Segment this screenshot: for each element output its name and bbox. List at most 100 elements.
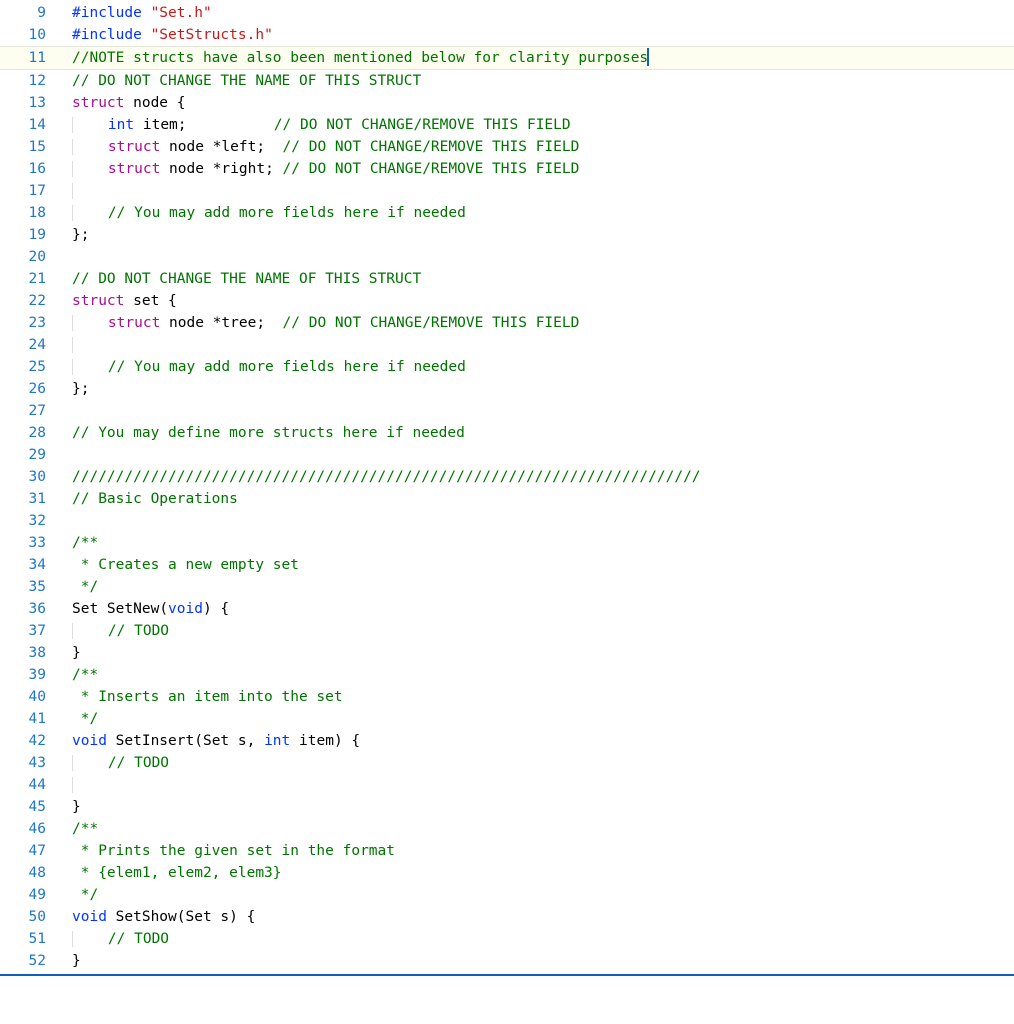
code-content[interactable]: int item; // DO NOT CHANGE/REMOVE THIS F… [62,114,1014,136]
code-content[interactable]: // TODO [62,928,1014,950]
code-line[interactable]: 21// DO NOT CHANGE THE NAME OF THIS STRU… [0,268,1014,290]
token-cm: // TODO [108,931,169,947]
code-line[interactable]: 9#include "Set.h" [0,2,1014,24]
code-line[interactable]: 27 [0,400,1014,422]
line-number: 45 [0,796,62,818]
code-content[interactable]: // DO NOT CHANGE THE NAME OF THIS STRUCT [62,268,1014,290]
code-line[interactable]: 41 */ [0,708,1014,730]
code-content[interactable]: */ [62,884,1014,906]
code-content[interactable]: ////////////////////////////////////////… [62,466,1014,488]
code-content[interactable]: */ [62,576,1014,598]
code-content[interactable]: void SetInsert(Set s, int item) { [62,730,1014,752]
code-content[interactable]: }; [62,224,1014,246]
code-line[interactable]: 30//////////////////////////////////////… [0,466,1014,488]
code-content[interactable]: * {elem1, elem2, elem3} [62,862,1014,884]
code-line[interactable]: 28// You may define more structs here if… [0,422,1014,444]
code-content[interactable] [62,334,1014,356]
code-content[interactable]: * Creates a new empty set [62,554,1014,576]
token-ty: void [72,909,107,925]
code-content[interactable]: */ [62,708,1014,730]
code-line[interactable]: 39/** [0,664,1014,686]
line-number: 51 [0,928,62,950]
code-content[interactable] [62,774,1014,796]
text-cursor [647,48,649,66]
code-line[interactable]: 33/** [0,532,1014,554]
token-cm: // You may add more fields here if neede… [108,205,466,221]
code-content[interactable]: } [62,950,1014,972]
code-line[interactable]: 51 // TODO [0,928,1014,950]
code-content[interactable]: // You may add more fields here if neede… [62,356,1014,378]
code-content[interactable]: struct set { [62,290,1014,312]
code-line[interactable]: 50void SetShow(Set s) { [0,906,1014,928]
code-line[interactable]: 19}; [0,224,1014,246]
token-cm: /** [72,535,98,551]
code-line[interactable]: 48 * {elem1, elem2, elem3} [0,862,1014,884]
code-line[interactable]: 46/** [0,818,1014,840]
code-line[interactable]: 42void SetInsert(Set s, int item) { [0,730,1014,752]
token-blk: { [238,909,255,925]
code-line[interactable]: 10#include "SetStructs.h" [0,24,1014,46]
code-line[interactable]: 34 * Creates a new empty set [0,554,1014,576]
code-line[interactable]: 38} [0,642,1014,664]
code-line[interactable]: 17 [0,180,1014,202]
code-line[interactable]: 22struct set { [0,290,1014,312]
line-number: 14 [0,114,62,136]
code-line[interactable]: 45} [0,796,1014,818]
code-content[interactable]: struct node { [62,92,1014,114]
code-line[interactable]: 20 [0,246,1014,268]
code-line[interactable]: 23 struct node *tree; // DO NOT CHANGE/R… [0,312,1014,334]
code-content[interactable]: //NOTE structs have also been mentioned … [62,47,1014,69]
code-content[interactable] [62,180,1014,202]
code-content[interactable]: // TODO [62,752,1014,774]
code-line[interactable]: 15 struct node *left; // DO NOT CHANGE/R… [0,136,1014,158]
code-line[interactable]: 13struct node { [0,92,1014,114]
code-line[interactable]: 26}; [0,378,1014,400]
code-content[interactable]: #include "SetStructs.h" [62,24,1014,46]
code-content[interactable]: // TODO [62,620,1014,642]
code-line[interactable]: 52} [0,950,1014,972]
code-line[interactable]: 16 struct node *right; // DO NOT CHANGE/… [0,158,1014,180]
code-content[interactable]: struct node *tree; // DO NOT CHANGE/REMO… [62,312,1014,334]
code-content[interactable]: * Inserts an item into the set [62,686,1014,708]
code-content[interactable]: // You may define more structs here if n… [62,422,1014,444]
token-blk: node { [124,95,185,111]
code-line[interactable]: 44 [0,774,1014,796]
code-content[interactable]: struct node *left; // DO NOT CHANGE/REMO… [62,136,1014,158]
token-kw: struct [72,95,124,111]
code-content[interactable]: } [62,642,1014,664]
code-line[interactable]: 32 [0,510,1014,532]
code-line[interactable]: 29 [0,444,1014,466]
code-line[interactable]: 37 // TODO [0,620,1014,642]
code-line[interactable]: 35 */ [0,576,1014,598]
code-line[interactable]: 18 // You may add more fields here if ne… [0,202,1014,224]
code-content[interactable]: * Prints the given set in the format [62,840,1014,862]
code-content[interactable]: }; [62,378,1014,400]
line-number: 26 [0,378,62,400]
code-content[interactable]: } [62,796,1014,818]
code-line[interactable]: 14 int item; // DO NOT CHANGE/REMOVE THI… [0,114,1014,136]
code-content[interactable]: Set SetNew(void) { [62,598,1014,620]
code-line[interactable]: 36Set SetNew(void) { [0,598,1014,620]
line-number: 22 [0,290,62,312]
code-content[interactable]: // DO NOT CHANGE THE NAME OF THIS STRUCT [62,70,1014,92]
line-number: 34 [0,554,62,576]
code-line[interactable]: 40 * Inserts an item into the set [0,686,1014,708]
code-line[interactable]: 12// DO NOT CHANGE THE NAME OF THIS STRU… [0,70,1014,92]
code-content[interactable]: /** [62,818,1014,840]
code-line[interactable]: 47 * Prints the given set in the format [0,840,1014,862]
code-editor[interactable]: 9#include "Set.h"10#include "SetStructs.… [0,0,1014,972]
code-content[interactable]: // Basic Operations [62,488,1014,510]
code-line[interactable]: 11//NOTE structs have also been mentione… [0,46,1014,70]
code-line[interactable]: 24 [0,334,1014,356]
code-content[interactable]: /** [62,664,1014,686]
code-content[interactable]: #include "Set.h" [62,2,1014,24]
code-content[interactable]: void SetShow(Set s) { [62,906,1014,928]
code-content[interactable]: struct node *right; // DO NOT CHANGE/REM… [62,158,1014,180]
code-line[interactable]: 49 */ [0,884,1014,906]
code-line[interactable]: 43 // TODO [0,752,1014,774]
code-line[interactable]: 31// Basic Operations [0,488,1014,510]
code-content[interactable]: /** [62,532,1014,554]
token-cm: /** [72,821,98,837]
code-line[interactable]: 25 // You may add more fields here if ne… [0,356,1014,378]
code-content[interactable]: // You may add more fields here if neede… [62,202,1014,224]
